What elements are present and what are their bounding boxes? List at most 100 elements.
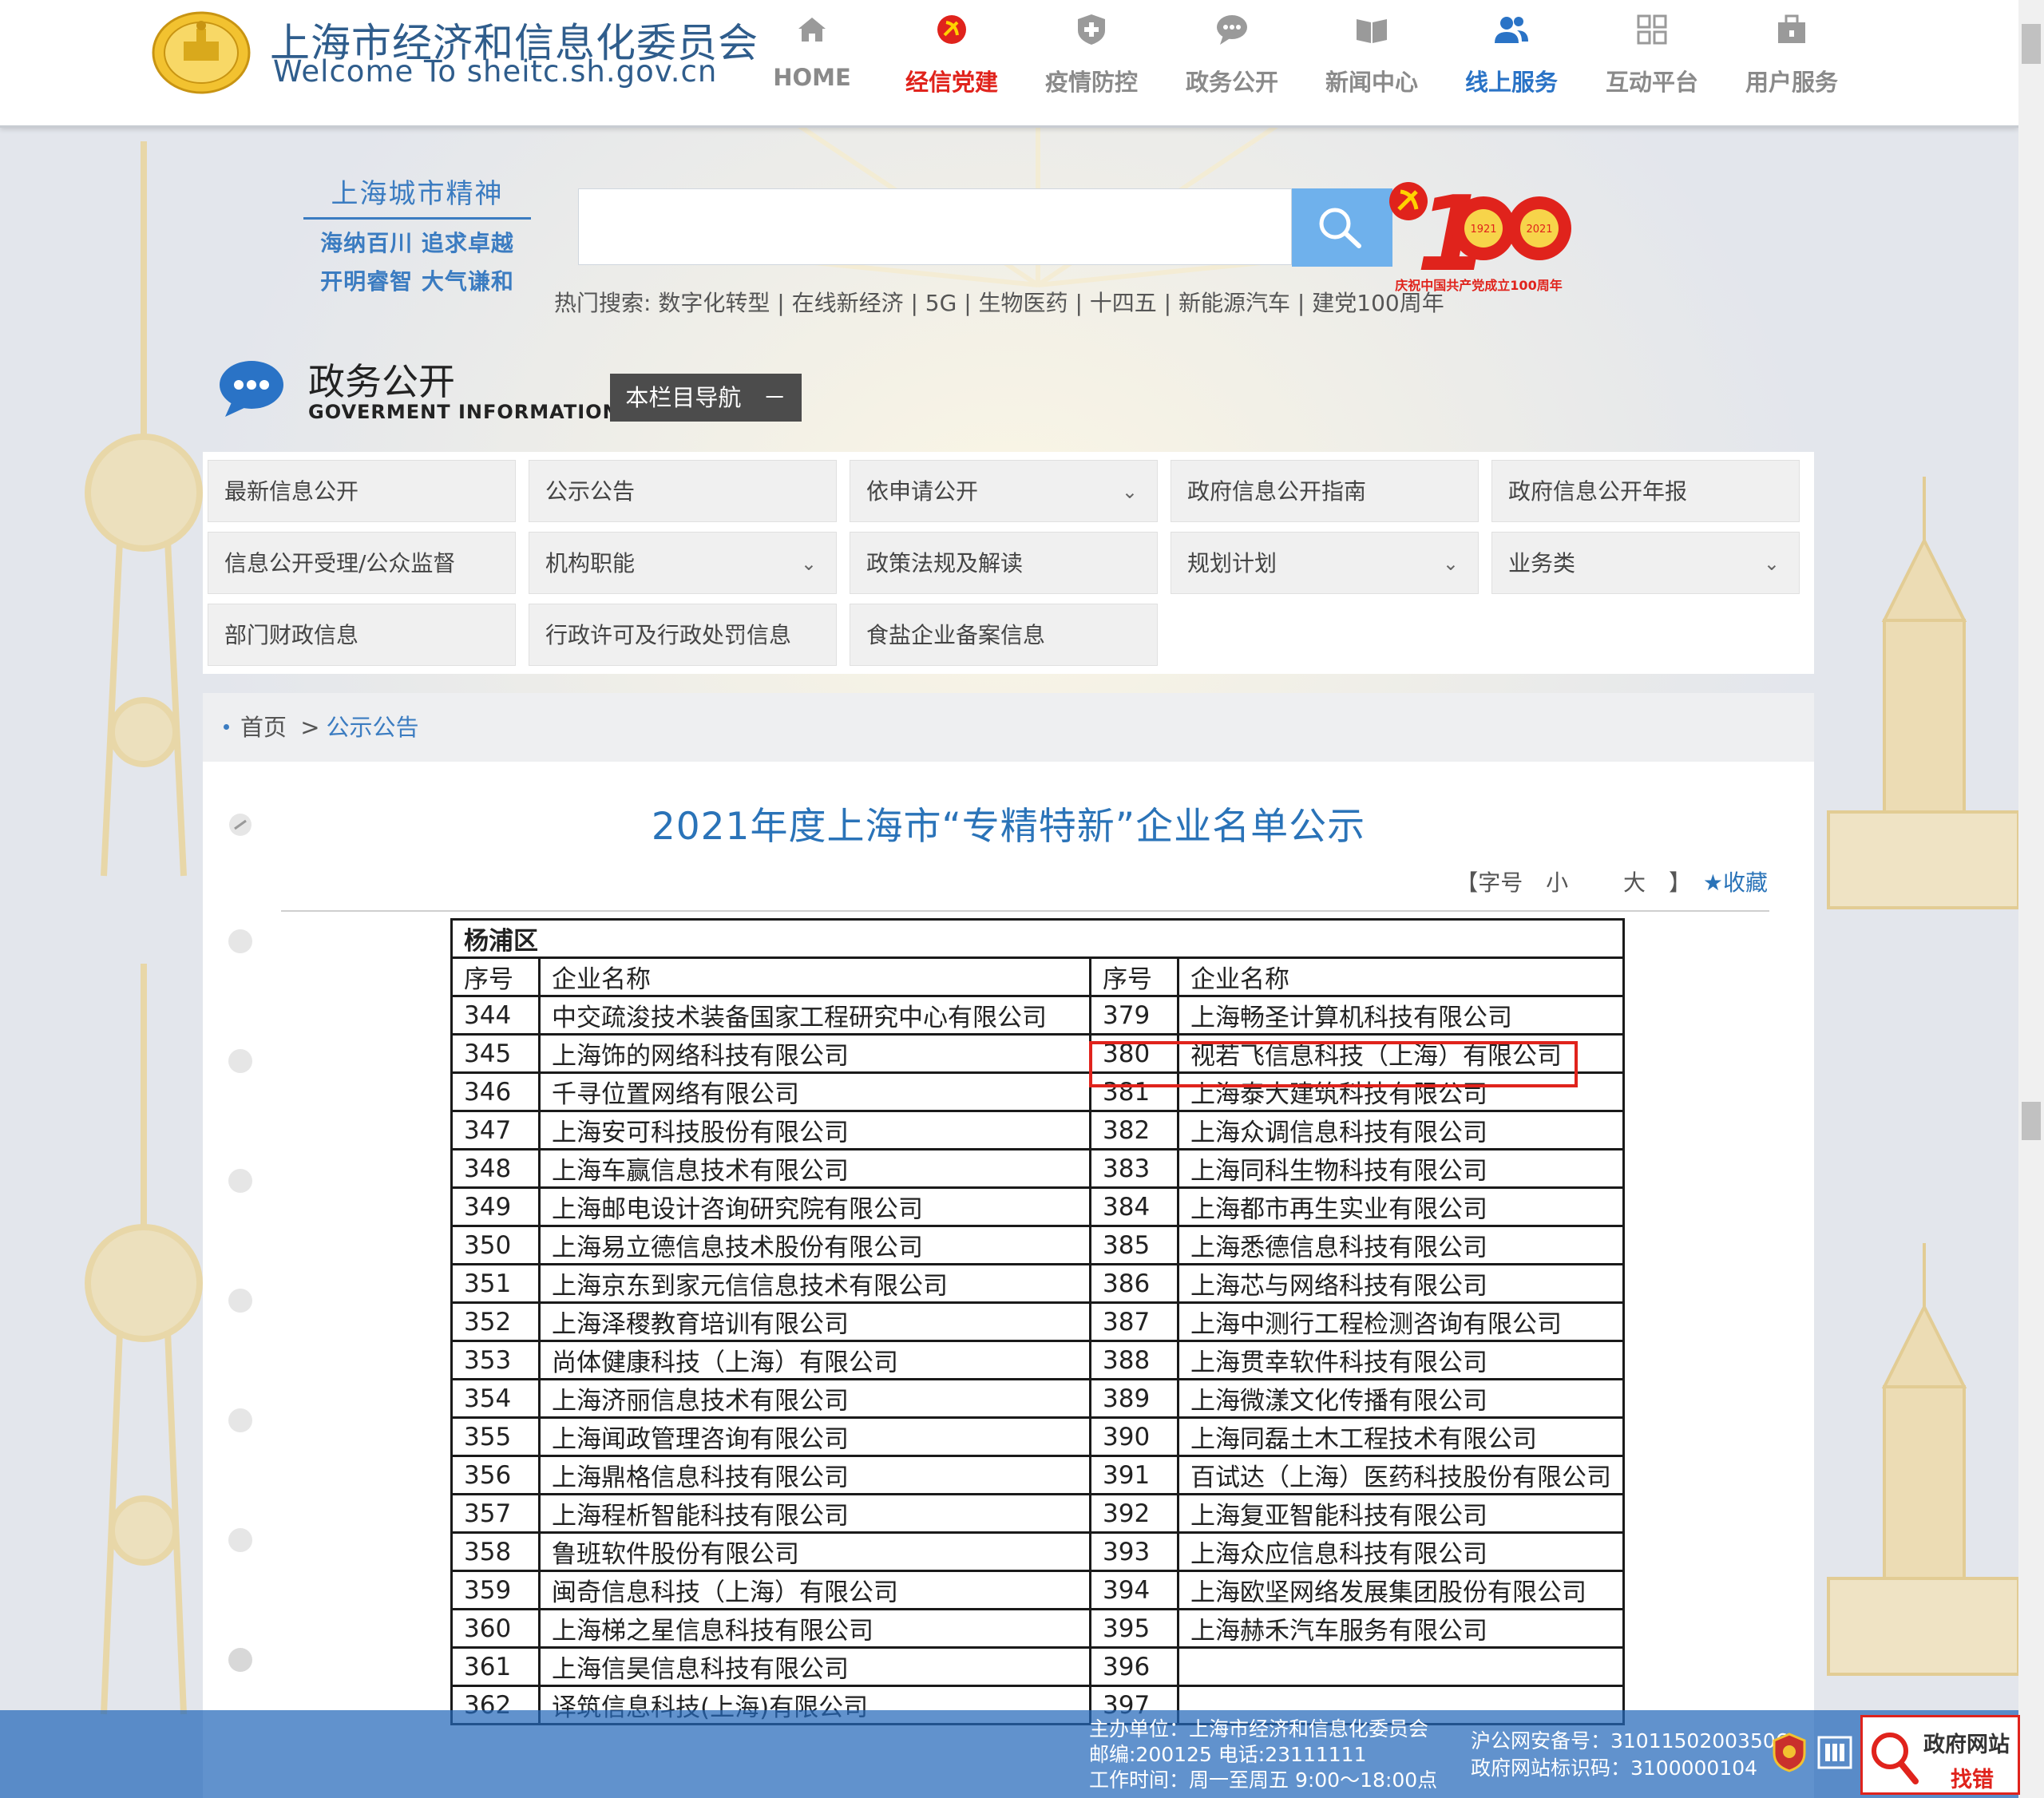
section-subtitle: GOVERMENT INFORMATION <box>308 401 620 423</box>
menu-item-on-request[interactable]: 依申请公开 ⌄ <box>850 460 1158 522</box>
nav-interaction[interactable]: 互动平台 <box>1592 11 1712 97</box>
title-divider <box>281 910 1769 912</box>
home-icon <box>798 18 826 42</box>
company-name: 上海泰大建筑科技有限公司 <box>1177 1071 1625 1112</box>
nav-party-building[interactable]: 经信党建 <box>892 11 1012 97</box>
menu-item-latest-info[interactable]: 最新信息公开 <box>208 460 516 522</box>
menu-item-announcements[interactable]: 公示公告 <box>529 460 837 522</box>
company-name: 上海都市再生实业有限公司 <box>1177 1186 1625 1227</box>
company-name: 上海众调信息科技有限公司 <box>1177 1110 1625 1150</box>
breadcrumb-home[interactable]: 首页 <box>240 714 287 741</box>
table-row: 360 上海梯之星信息科技有限公司 395 上海赫禾汽车服务有限公司 <box>450 1608 1625 1649</box>
menu-item-salt-filing[interactable]: 食盐企业备案信息 <box>850 604 1158 666</box>
row-number: 394 <box>1089 1570 1179 1610</box>
scrollbar-thumb[interactable] <box>2022 24 2041 64</box>
nav-government-info[interactable]: 政务公开 <box>1172 11 1292 97</box>
table-body: 344 中交疏浚技术装备国家工程研究中心有限公司 379 上海畅圣计算机科技有限公司 3… <box>450 995 1625 1725</box>
row-number: 345 <box>450 1033 541 1074</box>
party-government-badge-icon[interactable] <box>1817 1733 1852 1772</box>
police-badge-icon[interactable] <box>1773 1733 1806 1772</box>
side-marker <box>228 1169 252 1193</box>
menu-item-label: 规划计划 <box>1187 550 1278 576</box>
row-number: 383 <box>1089 1148 1179 1189</box>
table-row: 348 上海车赢信息技术有限公司 383 上海同科生物科技有限公司 <box>450 1148 1625 1189</box>
row-number: 389 <box>1089 1378 1179 1419</box>
table-row: 347 上海安可科技股份有限公司 382 上海众调信息科技有限公司 <box>450 1110 1625 1150</box>
row-number: 395 <box>1089 1608 1179 1649</box>
footer-icp: 沪公网安备号：31011502003506 <box>1471 1729 1788 1752</box>
nav-online-service[interactable]: 线上服务 <box>1452 11 1571 97</box>
company-name <box>1177 1646 1625 1687</box>
column-nav-toggle-button[interactable]: 本栏目导航 － <box>610 374 802 422</box>
table-row: 349 上海邮电设计咨询研究院有限公司 384 上海都市再生实业有限公司 <box>450 1186 1625 1227</box>
menu-item-label: 公示公告 <box>545 478 636 505</box>
collect-button[interactable]: ★收藏 <box>1703 869 1768 896</box>
table-row: 358 鲁班软件股份有限公司 393 上海众应信息科技有限公司 <box>450 1531 1625 1572</box>
menu-item-label: 行政许可及行政处罚信息 <box>545 622 792 648</box>
search-icon <box>1319 208 1361 248</box>
page-title: 2021年度上海市“专精特新”企业名单公示 <box>651 805 1366 849</box>
table-row: 355 上海闻政管理咨询有限公司 390 上海同磊土木工程技术有限公司 <box>450 1416 1625 1457</box>
row-number: 349 <box>450 1186 541 1227</box>
company-name: 上海程析智能科技有限公司 <box>538 1493 1091 1534</box>
hot-search-links[interactable]: 热门搜索: 数字化转型 | 在线新经济 | 5G | 生物医药 | 十四五 | … <box>554 286 1444 318</box>
breadcrumb-separator: > <box>300 714 320 741</box>
table-row: 357 上海程析智能科技有限公司 392 上海复亚智能科技有限公司 <box>450 1493 1625 1534</box>
briefcase-icon <box>1778 14 1805 43</box>
font-small-button[interactable]: 小 <box>1546 869 1568 896</box>
menu-item-finance[interactable]: 部门财政信息 <box>208 604 516 666</box>
pen-icon[interactable] <box>228 813 252 837</box>
menu-item-label: 政府信息公开指南 <box>1187 478 1367 505</box>
company-name: 上海贯幸软件科技有限公司 <box>1177 1340 1625 1380</box>
column-nav-label: 本栏目导航 <box>625 384 742 411</box>
site-header: 上海市经济和信息化委员会 Welcome To sheitc.sh.gov.cn… <box>0 0 2018 128</box>
row-number: 396 <box>1089 1646 1179 1687</box>
nav-user-service[interactable]: 用户服务 <box>1732 11 1852 97</box>
shanghai-emblem-logo[interactable] <box>152 8 251 94</box>
font-size-close: 】 <box>1668 869 1691 896</box>
search-button[interactable] <box>1292 188 1392 267</box>
menu-item-business[interactable]: 业务类 ⌄ <box>1491 532 1800 594</box>
scrollbar-thumb-secondary[interactable] <box>2022 1102 2041 1140</box>
side-marker <box>228 1408 252 1432</box>
row-number: 388 <box>1089 1340 1179 1380</box>
table-row: 350 上海易立德信息技术股份有限公司 385 上海悉德信息科技有限公司 <box>450 1225 1625 1265</box>
font-large-button[interactable]: 大 <box>1623 869 1646 896</box>
menu-item-disclosure-guide[interactable]: 政府信息公开指南 <box>1171 460 1479 522</box>
company-name: 上海饰的网络科技有限公司 <box>538 1033 1091 1074</box>
menu-item-label: 食盐企业备案信息 <box>866 622 1046 648</box>
row-number: 357 <box>450 1493 541 1534</box>
menu-item-functions[interactable]: 机构职能 ⌄ <box>529 532 837 594</box>
menu-item-label: 最新信息公开 <box>224 478 359 505</box>
nav-epidemic[interactable]: 疫情防控 <box>1032 11 1151 97</box>
company-name: 上海易立德信息技术股份有限公司 <box>538 1225 1091 1265</box>
menu-item-permits-penalties[interactable]: 行政许可及行政处罚信息 <box>529 604 837 666</box>
menu-item-policies[interactable]: 政策法规及解读 <box>850 532 1158 594</box>
error-finder-button[interactable]: 政府网站 找错 <box>1860 1715 2020 1795</box>
search-input[interactable] <box>578 188 1292 265</box>
side-marker <box>228 1049 252 1073</box>
company-name: 千寻位置网络有限公司 <box>538 1071 1091 1112</box>
menu-item-public-supervision[interactable]: 信息公开受理/公众监督 <box>208 532 516 594</box>
company-name: 闽奇信息科技（上海）有限公司 <box>538 1570 1091 1610</box>
company-name: 上海赫禾汽车服务有限公司 <box>1177 1608 1625 1649</box>
company-name: 上海闻政管理咨询有限公司 <box>538 1416 1091 1457</box>
menu-item-plans[interactable]: 规划计划 ⌄ <box>1171 532 1479 594</box>
breadcrumb-current[interactable]: 公示公告 <box>327 714 419 741</box>
page-scrollbar[interactable] <box>2018 0 2044 1798</box>
row-number: 355 <box>450 1416 541 1457</box>
column-header-company: 企业名称 <box>538 956 1091 997</box>
footer-host-line: 主办单位：上海市经济和信息化委员会 <box>1089 1717 1429 1741</box>
table-row: 359 闽奇信息科技（上海）有限公司 394 上海欧坚网络发展集团股份有限公司 <box>450 1570 1625 1610</box>
nav-party-building-label: 经信党建 <box>905 69 998 96</box>
menu-item-annual-report[interactable]: 政府信息公开年报 <box>1491 460 1800 522</box>
font-size-label: 【字号 <box>1456 869 1523 896</box>
city-spirit-panel: 上海城市精神 海纳百川 追求卓越 开明睿智 大气谦和 <box>303 172 531 296</box>
company-name: 上海中测行工程检测咨询有限公司 <box>1177 1301 1625 1342</box>
nav-home[interactable]: HOME <box>752 11 872 91</box>
row-number: 359 <box>450 1570 541 1610</box>
nav-news[interactable]: 新闻中心 <box>1312 11 1432 97</box>
error-finder-title: 政府网站 <box>1923 1733 2010 1757</box>
row-number: 390 <box>1089 1416 1179 1457</box>
site-footer: 主办单位：上海市经济和信息化委员会 邮编:200125 电话:23111111 … <box>0 1710 2020 1798</box>
